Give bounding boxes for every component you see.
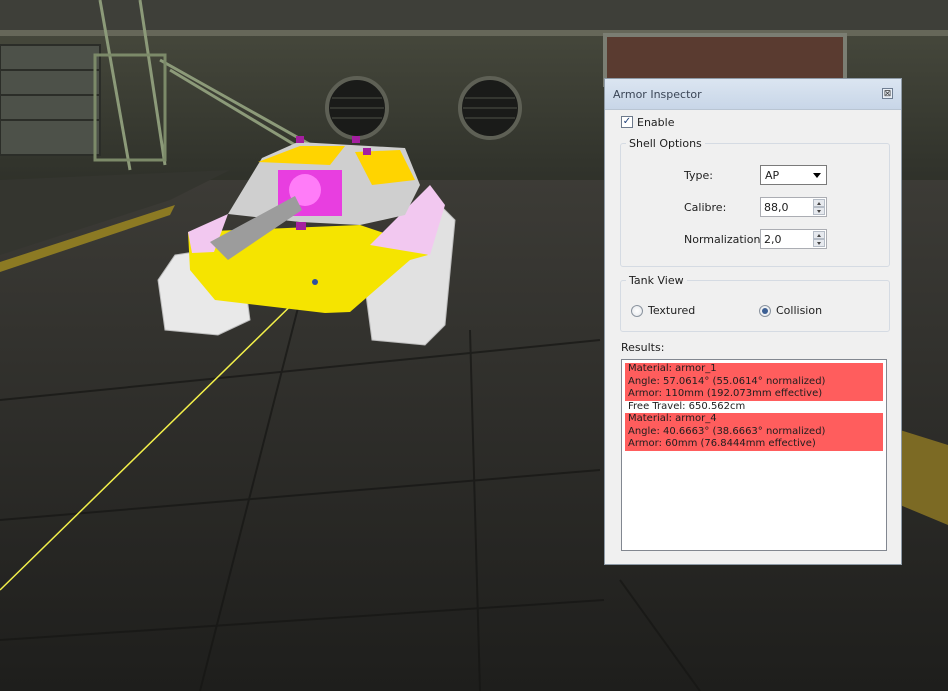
window-title: Armor Inspector: [613, 88, 702, 101]
results-label: Results:: [621, 341, 665, 354]
shell-options-group: [620, 143, 890, 267]
window-titlebar[interactable]: Armor Inspector ⊠: [605, 79, 901, 110]
calibre-spinbox[interactable]: 88,0: [760, 197, 827, 217]
normalization-value: 2,0: [764, 233, 782, 246]
shell-type-dropdown[interactable]: AP: [760, 165, 827, 185]
enable-checkbox[interactable]: ✓: [621, 116, 633, 128]
close-icon[interactable]: ⊠: [882, 88, 893, 99]
collision-radio[interactable]: [759, 305, 771, 317]
vent-left: [325, 76, 389, 140]
enable-label: Enable: [637, 116, 675, 129]
result-line: Angle: 57.0614° (55.0614° normalized): [628, 375, 826, 387]
armor-inspector-window[interactable]: Armor Inspector ⊠ ✓ Enable Shell Options…: [604, 78, 902, 565]
calibre-decrement-button[interactable]: [813, 207, 825, 215]
result-line: Free Travel: 650.562cm: [628, 400, 746, 412]
normalization-increment-button[interactable]: [813, 231, 825, 239]
result-line: Material: armor_1: [628, 363, 717, 374]
normalization-spinbox[interactable]: 2,0: [760, 229, 827, 249]
shell-type-value: AP: [765, 169, 780, 182]
calibre-label: Calibre:: [684, 201, 727, 214]
collision-radio-label: Collision: [776, 304, 823, 317]
shell-options-label: Shell Options: [626, 137, 705, 150]
textured-radio-label: Textured: [648, 304, 696, 317]
result-hit-entry[interactable]: Material: armor_1 Angle: 57.0614° (55.06…: [625, 363, 883, 401]
result-free-travel-entry[interactable]: Free Travel: 650.562cm: [625, 400, 883, 413]
vent-right: [458, 76, 522, 140]
textured-radio[interactable]: [631, 305, 643, 317]
calibre-value: 88,0: [764, 201, 789, 214]
tank-view-label: Tank View: [626, 274, 687, 287]
result-line: Material: armor_4: [628, 413, 717, 424]
normalization-label: Normalization:: [684, 233, 765, 246]
hangar-shutters: [0, 44, 101, 156]
result-hit-entry[interactable]: Material: armor_4 Angle: 40.6663° (38.66…: [625, 413, 883, 451]
calibre-increment-button[interactable]: [813, 199, 825, 207]
result-line: Angle: 40.6663° (38.6663° normalized): [628, 425, 826, 437]
results-listbox[interactable]: Material: armor_1 Angle: 57.0614° (55.06…: [621, 359, 887, 551]
normalization-decrement-button[interactable]: [813, 239, 825, 247]
chevron-down-icon: [813, 173, 821, 178]
type-label: Type:: [684, 169, 713, 182]
result-line: Armor: 110mm (192.073mm effective): [628, 388, 823, 399]
result-line: Armor: 60mm (76.8444mm effective): [628, 438, 816, 449]
